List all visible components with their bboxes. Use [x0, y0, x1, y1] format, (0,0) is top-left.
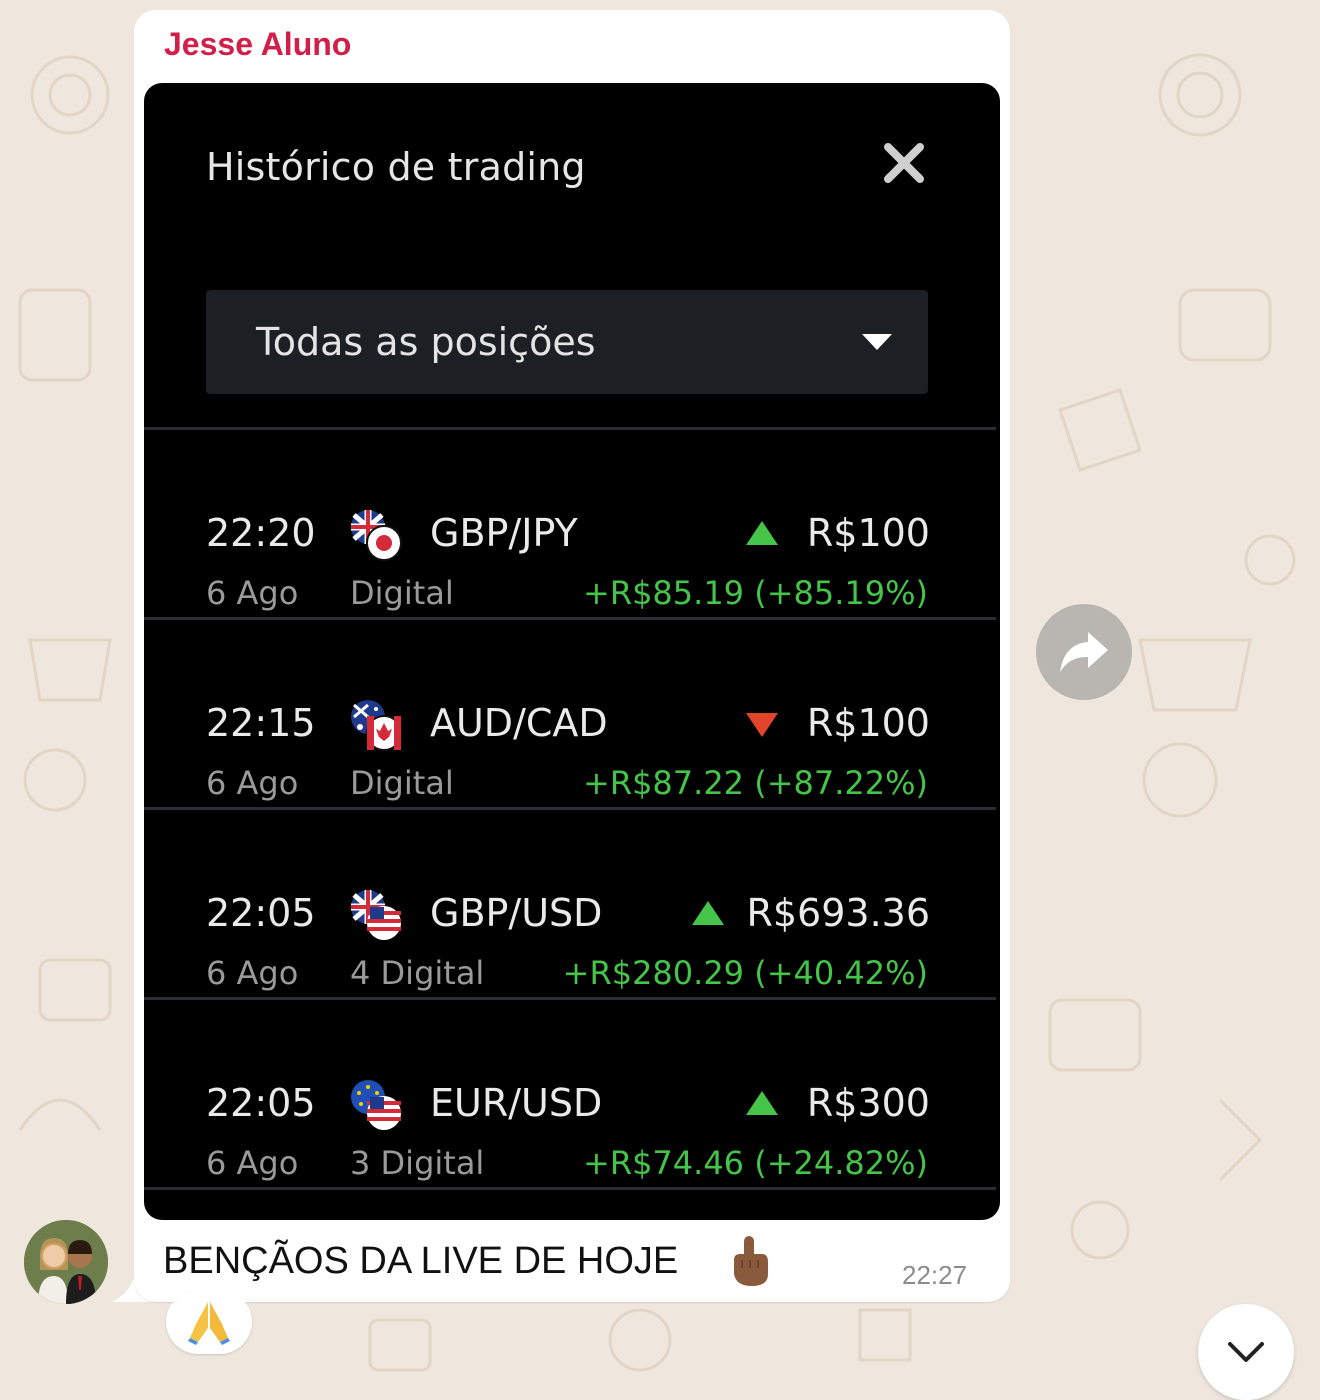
reaction-badge[interactable]	[166, 1290, 252, 1354]
scroll-to-bottom-button[interactable]	[1198, 1304, 1294, 1400]
avatar[interactable]	[24, 1220, 108, 1304]
option-kind: Digital	[350, 574, 454, 612]
trade-profit: +R$280.29 (+40.42%)	[562, 954, 928, 992]
option-kind: Digital	[350, 764, 454, 802]
trading-history-image[interactable]: Histórico de trading Todas as posições 2…	[144, 83, 1000, 1220]
chevron-down-icon	[862, 334, 892, 350]
down-triangle-icon	[746, 713, 778, 737]
up-triangle-icon	[746, 521, 778, 545]
trade-time: 22:15	[206, 701, 316, 745]
folded-hands-icon	[188, 1302, 230, 1345]
trade-time: 22:05	[206, 891, 316, 935]
divider	[144, 1187, 996, 1190]
chevron-down-icon	[1228, 1342, 1264, 1362]
trade-amount: R$300	[806, 1081, 930, 1125]
trade-profit: +R$85.19 (+85.19%)	[583, 574, 928, 612]
trade-profit: +R$74.46 (+24.82%)	[583, 1144, 928, 1182]
trade-profit: +R$87.22 (+87.22%)	[583, 764, 928, 802]
sender-name[interactable]: Jesse Aluno	[164, 26, 351, 63]
currency-pair: EUR/USD	[430, 1081, 603, 1125]
message-caption: BENÇÃOS DA LIVE DE HOJE	[163, 1240, 679, 1282]
currency-pair: GBP/USD	[430, 891, 603, 935]
trade-row: 22:20 6 Ago GBP/JPY Digital R$100 +R$85.…	[144, 459, 1000, 649]
close-icon	[884, 143, 924, 183]
trade-time: 22:20	[206, 511, 316, 555]
trade-date: 6 Ago	[206, 954, 299, 992]
pointing-up-emoji-icon	[734, 1236, 768, 1286]
divider	[144, 427, 996, 430]
trade-date: 6 Ago	[206, 574, 299, 612]
trade-row: 22:15 6 Ago AUD/CAD Digital R$100 +R$87.…	[144, 649, 1000, 839]
trade-row: 22:05 6 Ago GBP/USD 4 Digital R$693.36 +…	[144, 839, 1000, 1029]
trade-row: 22:05 6 Ago EUR/USD 3 Digital R$300 +R$7…	[144, 1029, 1000, 1219]
up-triangle-icon	[746, 1091, 778, 1115]
positions-filter-dropdown: Todas as posições	[206, 290, 928, 394]
divider	[144, 617, 996, 620]
trade-date: 6 Ago	[206, 764, 299, 802]
gbp-jpy-flag-icon	[351, 510, 402, 561]
trade-amount: R$100	[806, 701, 930, 745]
eur-usd-flag-icon	[351, 1080, 401, 1130]
trade-date: 6 Ago	[206, 1144, 299, 1182]
filter-selected-label: Todas as posições	[256, 320, 596, 364]
up-triangle-icon	[692, 901, 724, 925]
divider	[144, 997, 996, 1000]
divider	[144, 807, 996, 810]
option-kind: 3 Digital	[350, 1144, 485, 1182]
panel-title: Histórico de trading	[206, 145, 586, 189]
forward-icon	[1060, 632, 1108, 672]
aud-cad-flag-icon	[351, 700, 402, 751]
option-kind: 4 Digital	[350, 954, 485, 992]
forward-button[interactable]	[1036, 604, 1132, 700]
gbp-usd-flag-icon	[351, 890, 401, 940]
message-timestamp: 22:27	[902, 1260, 968, 1290]
trade-time: 22:05	[206, 1081, 316, 1125]
currency-pair: AUD/CAD	[430, 701, 608, 745]
trade-amount: R$693.36	[746, 891, 930, 935]
trade-amount: R$100	[806, 511, 930, 555]
currency-pair: GBP/JPY	[430, 511, 578, 555]
